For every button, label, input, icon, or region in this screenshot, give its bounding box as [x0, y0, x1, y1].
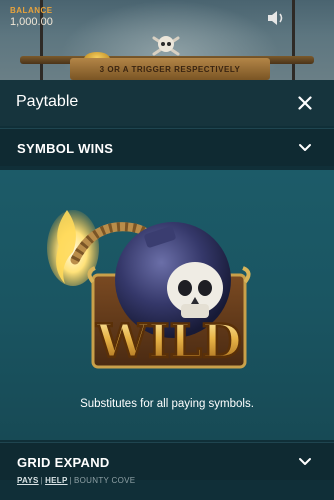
- page-title: Paytable: [16, 93, 79, 110]
- feature-banner: 3 OR A TRIGGER RESPECTIVELY: [70, 58, 270, 80]
- wild-bomb-symbol: WILD: [47, 210, 251, 369]
- chevron-down-icon: [299, 458, 311, 465]
- section-label: SYMBOL WINS: [17, 141, 114, 156]
- skull-crossbones-icon: [152, 36, 180, 56]
- section-symbol-wins[interactable]: SYMBOL WINS: [0, 128, 334, 166]
- close-icon: [298, 96, 312, 110]
- close-button[interactable]: [292, 90, 318, 116]
- game-background: 3 OR A TRIGGER RESPECTIVELY BALANCE 1,00…: [0, 0, 334, 80]
- game-name: BOUNTY COVE: [74, 476, 136, 485]
- section-grid-expand[interactable]: GRID EXPAND: [0, 442, 334, 480]
- balance-label: BALANCE: [10, 6, 53, 15]
- wild-art-lettering: WILD: [95, 314, 241, 368]
- ship-mast: [292, 0, 295, 80]
- symbol-description: Substitutes for all paying symbols.: [80, 398, 254, 410]
- feature-banner-text: 3 OR A TRIGGER RESPECTIVELY: [99, 65, 241, 74]
- pays-link[interactable]: PAYS: [17, 476, 39, 485]
- footer-links: PAYS | HELP | BOUNTY COVE: [17, 476, 135, 485]
- section-label: GRID EXPAND: [17, 455, 110, 470]
- separator: |: [69, 476, 72, 485]
- paytable-header: Paytable: [0, 80, 334, 126]
- separator: |: [40, 476, 44, 485]
- sound-icon[interactable]: [266, 10, 286, 26]
- chevron-down-icon: [299, 144, 311, 151]
- balance-display: BALANCE 1,000.00: [10, 6, 53, 28]
- help-link[interactable]: HELP: [45, 476, 68, 485]
- balance-value: 1,000.00: [10, 16, 53, 28]
